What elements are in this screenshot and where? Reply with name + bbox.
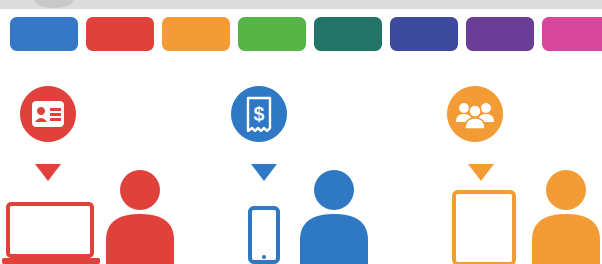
tablet-icon xyxy=(452,190,516,264)
group-people-icon xyxy=(456,103,494,130)
scene-tablet xyxy=(0,0,602,264)
badge-circle xyxy=(447,86,503,142)
pointer-arrow xyxy=(468,164,494,181)
person-icon xyxy=(532,170,600,264)
